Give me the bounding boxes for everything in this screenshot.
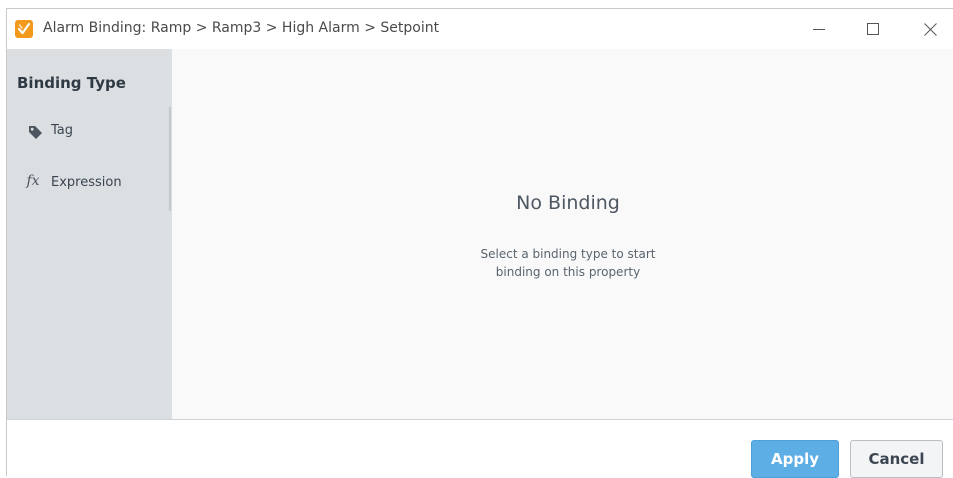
sidebar-item-expression[interactable]: fx Expression (7, 168, 169, 198)
empty-state-description: Select a binding type to start binding o… (173, 245, 953, 281)
ignition-app-icon (15, 20, 33, 38)
empty-state-description-line: Select a binding type to start (480, 247, 656, 261)
tag-icon (27, 124, 43, 140)
empty-state-title: No Binding (516, 192, 620, 214)
binding-type-list: Tag fx Expression (7, 107, 171, 211)
window-title: Alarm Binding: Ramp > Ramp3 > High Alarm… (43, 20, 440, 36)
binding-empty-state: No Binding Select a binding type to star… (173, 49, 953, 419)
minimize-icon (813, 29, 825, 30)
sidebar-item-label: Tag (51, 123, 74, 138)
empty-state-description-line: binding on this property (495, 265, 641, 279)
maximize-button[interactable] (850, 9, 896, 49)
dialog-body: Binding Type Tag fx Expression No Bindin… (7, 49, 953, 419)
maximize-icon (867, 23, 879, 35)
apply-button[interactable]: Apply (751, 440, 839, 478)
close-button[interactable] (907, 9, 953, 49)
binding-dialog-window: Alarm Binding: Ramp > Ramp3 > High Alarm… (6, 8, 953, 478)
fx-icon: fx (26, 173, 40, 189)
title-bar[interactable]: Alarm Binding: Ramp > Ramp3 > High Alarm… (7, 9, 953, 49)
binding-type-sidebar: Binding Type Tag fx Expression (7, 49, 172, 419)
app-logo-glyph (18, 23, 30, 35)
minimize-button[interactable] (796, 9, 842, 49)
close-icon (923, 22, 937, 36)
sidebar-item-label: Expression (51, 175, 122, 190)
sidebar-item-tag[interactable]: Tag (7, 116, 169, 146)
sidebar-title: Binding Type (17, 74, 126, 92)
cancel-button[interactable]: Cancel (850, 440, 943, 478)
dialog-footer: Apply Cancel (7, 419, 953, 478)
